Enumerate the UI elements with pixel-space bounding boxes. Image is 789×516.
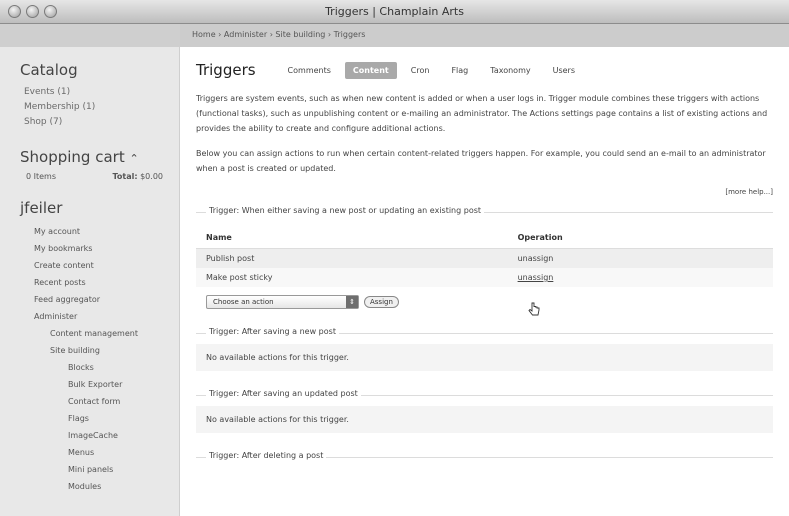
table-row: Publish post unassign — [196, 248, 773, 268]
content-area: Triggers Comments Content Cron Flag Taxo… — [180, 47, 789, 460]
trigger-fieldset-save-or-update: Trigger: When either saving a new post o… — [196, 206, 773, 309]
shopping-cart-title: Shopping cart ⌃ — [20, 148, 179, 166]
trigger-body: No available actions for this trigger. — [196, 406, 773, 433]
column-header-name: Name — [196, 227, 508, 249]
tab-taxonomy[interactable]: Taxonomy — [482, 62, 538, 79]
double-arrow-icon: ⇕ — [346, 296, 358, 308]
cart-total: Total: $0.00 — [112, 172, 163, 181]
trigger-fieldset-after-saving-new: Trigger: After saving a new post No avai… — [196, 327, 773, 371]
tab-users[interactable]: Users — [545, 62, 583, 79]
tab-flag[interactable]: Flag — [443, 62, 476, 79]
catalog-title: Catalog — [20, 61, 78, 79]
nav-item-recent-posts[interactable]: Recent posts — [34, 274, 179, 291]
catalog-item-membership[interactable]: Membership (1) — [24, 100, 179, 115]
nav-item-modules[interactable]: Modules — [68, 478, 179, 495]
assign-action-row: Choose an action ⇕ Assign — [206, 295, 773, 309]
nav-item-my-bookmarks[interactable]: My bookmarks — [34, 240, 179, 257]
trigger-fieldset-after-saving-updated: Trigger: After saving an updated post No… — [196, 389, 773, 433]
table-row: Make post sticky unassign — [196, 268, 773, 287]
caret-up-icon[interactable]: ⌃ — [129, 152, 138, 165]
shopping-cart-label: Shopping cart — [20, 148, 125, 166]
assigned-actions-table: Name Operation Publish post unassign Mak… — [196, 227, 773, 287]
user-menu-title: jfeiler — [20, 199, 63, 217]
nav-item-my-account[interactable]: My account — [34, 223, 179, 240]
tab-cron[interactable]: Cron — [403, 62, 438, 79]
hand-pointer-icon — [528, 302, 540, 316]
tab-content[interactable]: Content — [344, 61, 397, 79]
main-content: Home › Administer › Site building › Trig… — [180, 24, 789, 516]
sidebar-header-strip — [0, 24, 179, 47]
nav-item-feed-aggregator[interactable]: Feed aggregator — [34, 291, 179, 308]
trigger-fieldset-after-deleting: Trigger: After deleting a post — [196, 451, 773, 460]
sidebar: Catalog Events (1) Membership (1) Shop (… — [0, 24, 180, 516]
title-row: Triggers Comments Content Cron Flag Taxo… — [196, 57, 773, 83]
nav-item-mini-panels[interactable]: Mini panels — [68, 461, 179, 478]
trigger-legend: Trigger: After saving an updated post — [206, 389, 361, 398]
action-operation: unassign — [507, 248, 773, 268]
trigger-legend: Trigger: After saving a new post — [206, 327, 339, 336]
trigger-legend: Trigger: After deleting a post — [206, 451, 327, 460]
trigger-body: No available actions for this trigger. — [196, 344, 773, 371]
choose-action-select[interactable]: Choose an action ⇕ — [206, 295, 359, 309]
cart-total-label: Total: — [112, 172, 138, 181]
description-text: Below you can assign actions to run when… — [196, 149, 766, 173]
catalog-item-shop[interactable]: Shop (7) — [24, 115, 179, 130]
nav-item-blocks[interactable]: Blocks — [68, 359, 179, 376]
window-title: Triggers | Champlain Arts — [325, 5, 464, 18]
nav-item-bulk-exporter[interactable]: Bulk Exporter — [68, 376, 179, 393]
breadcrumb[interactable]: Home › Administer › Site building › Trig… — [180, 24, 789, 47]
action-operation: unassign — [507, 268, 773, 287]
window-titlebar: Triggers | Champlain Arts — [0, 0, 789, 24]
cart-summary: 0 Items Total: $0.00 — [26, 172, 163, 181]
action-name: Make post sticky — [196, 268, 508, 287]
no-actions-message: No available actions for this trigger. — [196, 344, 773, 371]
unassign-link[interactable]: unassign — [518, 273, 554, 282]
assign-button[interactable]: Assign — [364, 296, 399, 308]
nav-item-content-management[interactable]: Content management — [50, 325, 179, 342]
page-title: Triggers — [196, 61, 256, 79]
catalog-item-events[interactable]: Events (1) — [24, 85, 179, 100]
catalog-list: Events (1) Membership (1) Shop (7) — [24, 85, 179, 130]
user-nav-list: My account My bookmarks Create content R… — [0, 223, 179, 495]
column-header-operation: Operation — [507, 227, 773, 249]
intro-text: Triggers are system events, such as when… — [196, 94, 768, 133]
cart-items-count: 0 Items — [26, 172, 57, 181]
nav-item-imagecache[interactable]: ImageCache — [68, 427, 179, 444]
tab-comments[interactable]: Comments — [280, 62, 339, 79]
unassign-link[interactable]: unassign — [518, 254, 554, 263]
trigger-body: Name Operation Publish post unassign Mak… — [196, 227, 773, 309]
select-value: Choose an action — [213, 298, 274, 306]
trigger-legend: Trigger: When either saving a new post o… — [206, 206, 485, 215]
nav-item-contact-form[interactable]: Contact form — [68, 393, 179, 410]
nav-item-flags[interactable]: Flags — [68, 410, 179, 427]
no-actions-message: No available actions for this trigger. — [196, 406, 773, 433]
nav-item-site-building[interactable]: Site building — [50, 342, 179, 359]
nav-item-create-content[interactable]: Create content — [34, 257, 179, 274]
cart-total-value: $0.00 — [140, 172, 163, 181]
action-name: Publish post — [196, 248, 508, 268]
nav-item-administer[interactable]: Administer — [34, 308, 179, 325]
more-help-link[interactable]: [more help...] — [196, 188, 773, 196]
nav-item-menus[interactable]: Menus — [68, 444, 179, 461]
